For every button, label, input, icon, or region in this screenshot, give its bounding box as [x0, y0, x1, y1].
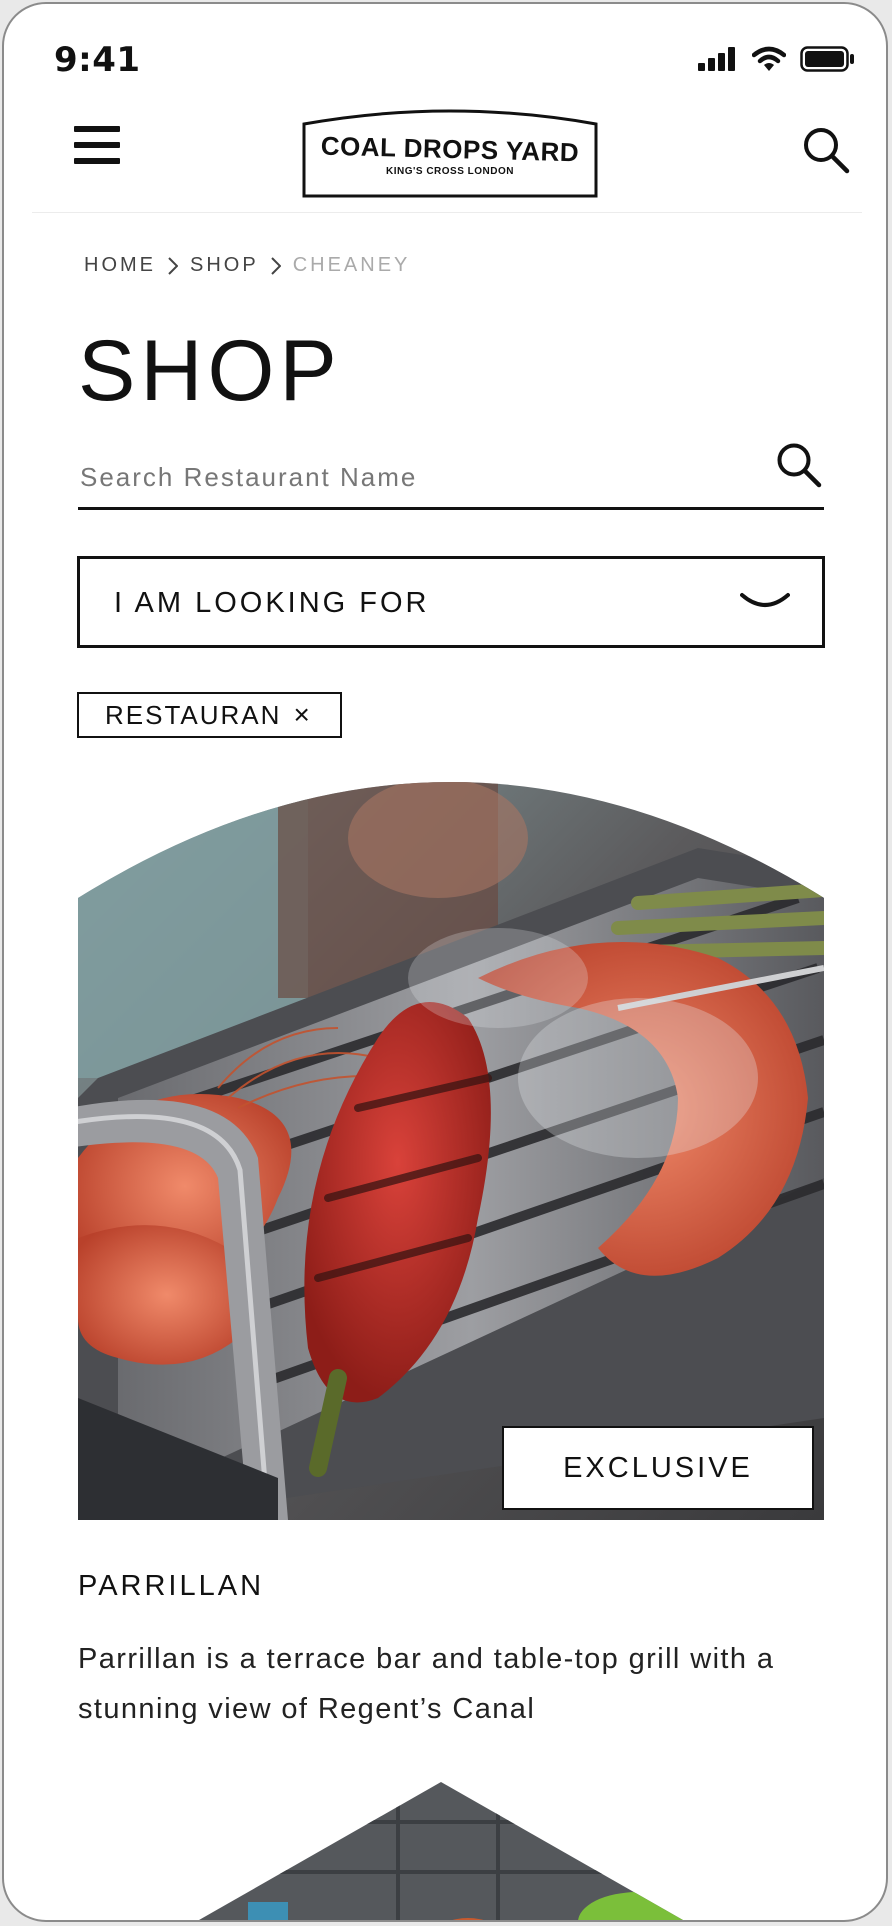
- exclusive-badge: EXCLUSIVE: [502, 1426, 814, 1510]
- chevron-right-icon: [168, 256, 178, 275]
- next-listing-image[interactable]: [78, 1782, 824, 1920]
- restaurant-search: [78, 440, 824, 510]
- search-input[interactable]: [78, 456, 742, 498]
- phone-frame: 9:41 COAL DROPS YARD KING'S CROSS LONDON…: [2, 2, 888, 1922]
- page-title: SHOP: [78, 323, 342, 419]
- listing-description: Parrillan is a terrace bar and table-top…: [78, 1643, 775, 1725]
- status-time: 9:41: [54, 40, 141, 80]
- cellular-signal-icon: [698, 47, 735, 71]
- site-header: COAL DROPS YARD KING'S CROSS LONDON: [32, 96, 862, 213]
- dropdown-label: I AM LOOKING FOR: [114, 587, 430, 619]
- search-icon[interactable]: [800, 124, 852, 176]
- site-logo[interactable]: COAL DROPS YARD KING'S CROSS LONDON: [302, 104, 598, 198]
- listing-title[interactable]: PARRILLAN: [78, 1570, 264, 1603]
- breadcrumb-home[interactable]: HOME: [84, 254, 156, 277]
- breadcrumb-shop[interactable]: SHOP: [190, 254, 259, 277]
- breadcrumb-current: CHEANEY: [292, 254, 411, 276]
- wifi-icon: [752, 46, 786, 71]
- listing-image[interactable]: [78, 778, 824, 1520]
- search-icon[interactable]: [774, 440, 824, 490]
- battery-icon: [800, 46, 854, 72]
- logo-subtitle: KING'S CROSS LONDON: [386, 166, 514, 177]
- filter-chip-label: RESTAURAN: [105, 699, 282, 730]
- looking-for-dropdown[interactable]: I AM LOOKING FOR: [77, 556, 825, 648]
- breadcrumb: HOME SHOP CHEANEY: [84, 254, 410, 277]
- status-icons: [698, 46, 856, 72]
- chevron-right-icon: [270, 256, 281, 275]
- close-icon[interactable]: ×: [293, 701, 309, 729]
- status-bar: 9:41: [4, 4, 886, 94]
- hamburger-menu-icon[interactable]: [74, 126, 122, 176]
- filter-chip-restaurant[interactable]: RESTAURAN ×: [77, 692, 342, 738]
- chevron-down-icon: [740, 593, 790, 607]
